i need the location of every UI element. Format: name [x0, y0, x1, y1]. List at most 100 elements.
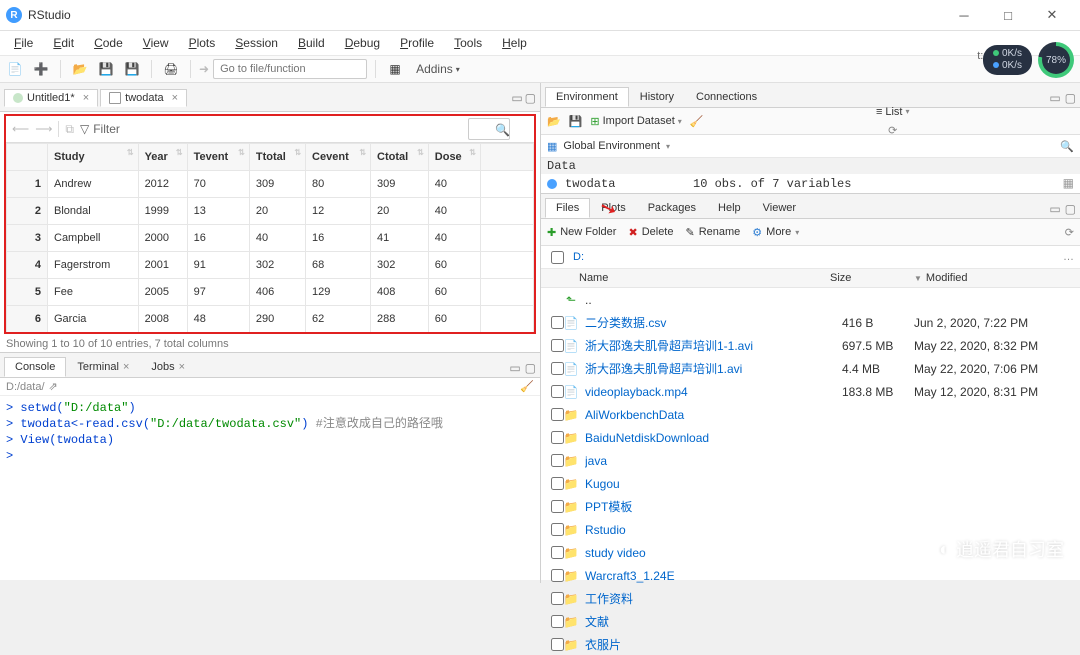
tab-help[interactable]: Help: [707, 198, 752, 218]
open-file-icon[interactable]: 📂: [69, 59, 91, 79]
new-file-icon[interactable]: 📄: [4, 59, 26, 79]
environment-scope[interactable]: ▦ Global Environment ▾ 🔍: [541, 135, 1080, 158]
pane-collapse-icon[interactable]: ▭: [511, 91, 522, 105]
load-workspace-icon[interactable]: 📂: [547, 115, 561, 128]
menu-tools[interactable]: Tools: [444, 31, 492, 55]
tab-history[interactable]: History: [629, 87, 685, 107]
file-name[interactable]: java: [585, 454, 842, 468]
more-dropdown[interactable]: ⚙ More ▾: [752, 226, 799, 239]
import-dataset-dropdown[interactable]: ⊞ Import Dataset ▾: [590, 115, 681, 128]
refresh-icon[interactable]: ⟳: [1065, 226, 1074, 239]
pane-collapse-icon[interactable]: ▭: [509, 361, 520, 375]
file-row[interactable]: 📁工作资料: [541, 587, 1080, 610]
tab-connections[interactable]: Connections: [685, 87, 768, 107]
file-name[interactable]: videoplayback.mp4: [585, 385, 842, 399]
close-button[interactable]: ✕: [1030, 1, 1074, 29]
save-workspace-icon[interactable]: 💾: [569, 115, 583, 128]
col-header[interactable]: Tevent⇅: [187, 144, 249, 171]
table-row[interactable]: 5Fee20059740612940860: [7, 279, 534, 306]
tab-twodata[interactable]: twodata ×: [100, 89, 187, 107]
close-tab-icon[interactable]: ×: [179, 361, 185, 373]
col-header[interactable]: Ttotal⇅: [249, 144, 305, 171]
minimize-button[interactable]: ─: [942, 1, 986, 29]
file-row[interactable]: 📁Kugou: [541, 472, 1080, 495]
file-row[interactable]: 📁Warcraft3_1.24E: [541, 564, 1080, 587]
table-row[interactable]: 2Blondal19991320122040: [7, 198, 534, 225]
back-icon[interactable]: ⟵: [12, 122, 29, 136]
env-object-row[interactable]: twodata 10 obs. of 7 variables ▦: [541, 174, 1080, 193]
file-row[interactable]: 📄二分类数据.csv416 BJun 2, 2020, 7:22 PM: [541, 311, 1080, 334]
new-folder-button[interactable]: ✚ New Folder: [547, 226, 616, 239]
menu-debug[interactable]: Debug: [335, 31, 390, 55]
close-tab-icon[interactable]: ×: [172, 92, 178, 104]
print-icon[interactable]: 🖨: [160, 59, 182, 79]
expand-icon[interactable]: [547, 179, 557, 189]
file-name[interactable]: Warcraft3_1.24E: [585, 569, 842, 583]
menu-file[interactable]: File: [4, 31, 43, 55]
tab-jobs[interactable]: Jobs×: [140, 357, 196, 377]
col-header[interactable]: Study⇅: [48, 144, 139, 171]
filter-button[interactable]: ▽ Filter: [80, 122, 120, 136]
tab-plots[interactable]: Plots: [590, 198, 636, 218]
menu-build[interactable]: Build: [288, 31, 335, 55]
file-row[interactable]: 📄videoplayback.mp4183.8 MBMay 12, 2020, …: [541, 380, 1080, 403]
file-name[interactable]: Rstudio: [585, 523, 842, 537]
forward-icon[interactable]: ⟶: [35, 122, 52, 136]
clear-workspace-icon[interactable]: 🧹: [690, 115, 704, 128]
file-row[interactable]: ⬑..: [541, 288, 1080, 311]
clear-console-icon[interactable]: 🧹: [520, 380, 534, 393]
menu-view[interactable]: View: [133, 31, 179, 55]
file-row[interactable]: 📁衣服片: [541, 633, 1080, 655]
file-name[interactable]: 文献: [585, 613, 842, 630]
col-header[interactable]: Ctotal⇅: [371, 144, 429, 171]
file-name[interactable]: PPT模板: [585, 498, 842, 515]
drive-link[interactable]: D:: [573, 251, 584, 263]
col-header[interactable]: Dose⇅: [428, 144, 480, 171]
file-row[interactable]: 📁文献: [541, 610, 1080, 633]
tab-untitled1[interactable]: Untitled1* ×: [4, 89, 98, 107]
col-header[interactable]: Year⇅: [138, 144, 187, 171]
select-all-checkbox[interactable]: [551, 251, 564, 264]
pane-collapse-icon[interactable]: ▭: [1049, 202, 1060, 216]
popout-icon[interactable]: ⧉: [65, 122, 74, 137]
file-name[interactable]: AliWorkbenchData: [585, 408, 842, 422]
pane-collapse-icon[interactable]: ▭: [1049, 91, 1060, 105]
save-all-icon[interactable]: 💾: [121, 59, 143, 79]
file-row[interactable]: 📁study video: [541, 541, 1080, 564]
file-name[interactable]: ..: [585, 293, 842, 307]
file-name[interactable]: 浙大邵逸夫肌骨超声培训1.avi: [585, 360, 842, 377]
file-name[interactable]: 浙大邵逸夫肌骨超声培训1-1.avi: [585, 337, 842, 354]
tab-environment[interactable]: Environment: [545, 87, 629, 107]
new-project-icon[interactable]: ➕: [30, 59, 52, 79]
col-header[interactable]: Cevent⇅: [306, 144, 371, 171]
tab-viewer[interactable]: Viewer: [752, 198, 807, 218]
menu-help[interactable]: Help: [492, 31, 537, 55]
path-more-icon[interactable]: …: [1063, 251, 1074, 263]
menu-edit[interactable]: Edit: [43, 31, 84, 55]
col-size[interactable]: Size: [824, 269, 908, 287]
view-mode-dropdown[interactable]: ≡ List ▾: [876, 106, 910, 118]
file-row[interactable]: 📁Rstudio: [541, 518, 1080, 541]
menu-session[interactable]: Session: [225, 31, 288, 55]
pane-maximize-icon[interactable]: ▢: [1065, 91, 1076, 105]
file-row[interactable]: 📄浙大邵逸夫肌骨超声培训1.avi4.4 MBMay 22, 2020, 7:0…: [541, 357, 1080, 380]
table-row[interactable]: 1Andrew2012703098030940: [7, 171, 534, 198]
tab-packages[interactable]: Packages: [637, 198, 707, 218]
delete-button[interactable]: ✖ Delete: [628, 226, 673, 239]
rename-button[interactable]: ✎ Rename: [685, 226, 740, 239]
file-name[interactable]: 衣服片: [585, 636, 842, 653]
file-name[interactable]: study video: [585, 546, 842, 560]
console-body[interactable]: > setwd("D:/data") > twodata<-read.csv("…: [0, 396, 540, 583]
tab-console[interactable]: Console: [4, 357, 66, 377]
tab-terminal[interactable]: Terminal×: [66, 357, 140, 377]
save-icon[interactable]: 💾: [95, 59, 117, 79]
pane-maximize-icon[interactable]: ▢: [525, 361, 536, 375]
file-row[interactable]: 📁java: [541, 449, 1080, 472]
table-row[interactable]: 4Fagerstrom2001913026830260: [7, 252, 534, 279]
col-modified[interactable]: ▼Modified: [908, 269, 1080, 287]
file-row[interactable]: 📁BaiduNetdiskDownload: [541, 426, 1080, 449]
menu-plots[interactable]: Plots: [179, 31, 226, 55]
table-row[interactable]: 6Garcia2008482906228860: [7, 306, 534, 333]
file-name[interactable]: Kugou: [585, 477, 842, 491]
menu-code[interactable]: Code: [84, 31, 133, 55]
